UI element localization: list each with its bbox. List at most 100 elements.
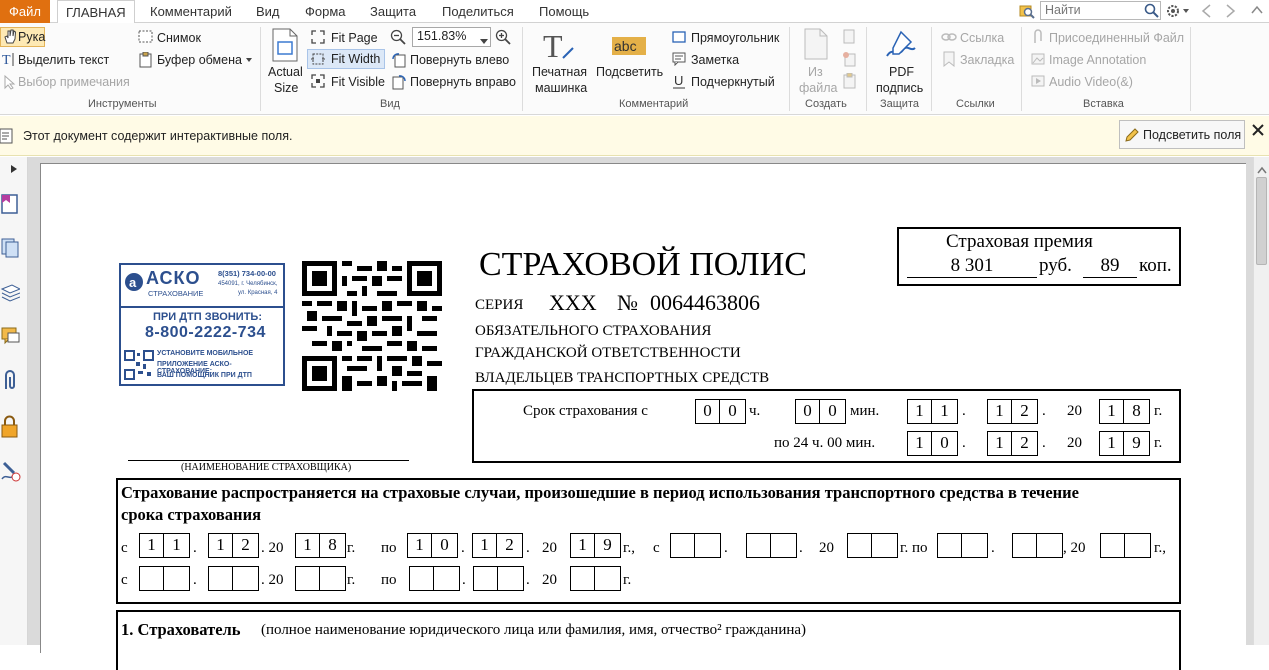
create-blank-icon[interactable]: [842, 29, 856, 48]
term-day-digit[interactable]: 1: [932, 399, 958, 424]
tab-share[interactable]: Поделиться: [442, 0, 514, 23]
bookmark-button[interactable]: Закладка: [960, 52, 1014, 68]
attachments-panel-icon[interactable]: [0, 369, 20, 396]
dropdown-arrow-icon[interactable]: [245, 53, 253, 67]
pages-panel-icon[interactable]: [0, 237, 20, 262]
highlight-fields-button[interactable]: Подсветить поля: [1119, 120, 1245, 149]
term-hour-digit[interactable]: 0: [695, 399, 720, 424]
period3-start-month[interactable]: [208, 566, 233, 591]
period3-end-month[interactable]: [473, 566, 498, 591]
snapshot-button[interactable]: Снимок: [157, 30, 201, 46]
from-file-button[interactable]: Из: [808, 64, 823, 80]
close-icon[interactable]: [1252, 124, 1264, 139]
select-text-button[interactable]: Выделить текст: [18, 52, 109, 68]
period1-end-year[interactable]: 1: [570, 533, 595, 558]
term-end-year-digit[interactable]: 9: [1124, 431, 1150, 456]
period2-start-day[interactable]: [695, 533, 721, 558]
fit-visible-button[interactable]: Fit Visible: [331, 74, 385, 90]
premium-rub-field[interactable]: 8 301: [907, 255, 1037, 278]
period1-end-day[interactable]: 1: [407, 533, 432, 558]
back-arrow-icon[interactable]: [1199, 3, 1213, 22]
period2-start-day[interactable]: [670, 533, 695, 558]
tab-view[interactable]: Вид: [256, 0, 280, 23]
term-month-digit[interactable]: 1: [987, 399, 1012, 424]
period1-start-day[interactable]: 1: [164, 533, 190, 558]
rotate-right-button[interactable]: Повернуть вправо: [410, 74, 516, 90]
clipboard-button[interactable]: Буфер обмена: [157, 52, 242, 68]
actual-size-button[interactable]: Actual: [268, 64, 303, 80]
fit-page-button[interactable]: Fit Page: [331, 30, 378, 46]
zoom-level-select[interactable]: 151.83%: [412, 27, 491, 47]
vertical-scrollbar[interactable]: [1253, 157, 1269, 645]
tab-file[interactable]: Файл: [0, 0, 50, 23]
term-minute-digit[interactable]: 0: [820, 399, 846, 424]
fit-width-button[interactable]: Fit Width: [307, 49, 385, 69]
term-end-day-digit[interactable]: 0: [932, 431, 958, 456]
period3-start-day[interactable]: [139, 566, 164, 591]
period3-start-month[interactable]: [233, 566, 259, 591]
period2-start-month[interactable]: [746, 533, 771, 558]
tab-protect[interactable]: Защита: [370, 0, 416, 23]
period3-start-year[interactable]: [320, 566, 346, 591]
highlight-button[interactable]: Подсветить: [596, 64, 663, 80]
comments-panel-icon[interactable]: [0, 325, 20, 350]
gear-icon[interactable]: [1166, 3, 1190, 22]
term-year-digit[interactable]: 8: [1124, 399, 1150, 424]
period2-start-year[interactable]: [847, 533, 872, 558]
term-end-month-digit[interactable]: 1: [987, 431, 1012, 456]
period2-end-month[interactable]: [1012, 533, 1037, 558]
period2-start-year[interactable]: [872, 533, 898, 558]
link-button[interactable]: Ссылка: [960, 30, 1004, 46]
signatures-panel-icon[interactable]: [0, 459, 22, 486]
create-scan-icon[interactable]: [842, 51, 858, 70]
period2-end-day[interactable]: [962, 533, 988, 558]
period1-start-year[interactable]: 1: [295, 533, 320, 558]
period3-end-year[interactable]: [570, 566, 595, 591]
period2-end-day[interactable]: [937, 533, 962, 558]
period3-end-day[interactable]: [409, 566, 434, 591]
select-annotation-button[interactable]: Выбор примечания: [18, 74, 130, 90]
rotate-left-button[interactable]: Повернуть влево: [410, 52, 509, 68]
collapse-ribbon-icon[interactable]: [1250, 3, 1264, 22]
tab-form[interactable]: Форма: [305, 0, 346, 23]
period1-start-month[interactable]: 1: [208, 533, 233, 558]
zoom-out-icon[interactable]: [390, 29, 406, 48]
pdf-sign-button[interactable]: PDF: [889, 64, 914, 80]
period3-start-day[interactable]: [164, 566, 190, 591]
period1-start-month[interactable]: 2: [233, 533, 259, 558]
term-day-digit[interactable]: 1: [907, 399, 932, 424]
period3-end-year[interactable]: [595, 566, 621, 591]
premium-kop-field[interactable]: 89: [1083, 255, 1137, 278]
forward-arrow-icon[interactable]: [1224, 3, 1238, 22]
period3-end-day[interactable]: [434, 566, 460, 591]
period1-end-month[interactable]: 2: [497, 533, 523, 558]
bookmarks-panel-icon[interactable]: [0, 193, 20, 218]
rectangle-button[interactable]: Прямоугольник: [691, 30, 779, 46]
audio-video-button[interactable]: Audio Video(&): [1049, 74, 1133, 90]
period2-start-month[interactable]: [771, 533, 797, 558]
layers-panel-icon[interactable]: [0, 281, 22, 306]
period1-end-day[interactable]: 0: [432, 533, 458, 558]
underline-button[interactable]: Подчеркнутый: [691, 74, 775, 90]
period3-end-month[interactable]: [498, 566, 524, 591]
image-annotation-button[interactable]: Image Annotation: [1049, 52, 1146, 68]
security-lock-icon[interactable]: [0, 415, 20, 442]
tab-comment[interactable]: Комментарий: [150, 0, 232, 23]
scroll-thumb[interactable]: [1256, 177, 1267, 265]
term-hour-digit[interactable]: 0: [720, 399, 746, 424]
expand-panel-icon[interactable]: [10, 163, 18, 177]
note-button[interactable]: Заметка: [691, 52, 739, 68]
search-input[interactable]: Найти: [1040, 1, 1161, 20]
zoom-in-icon[interactable]: [495, 29, 511, 48]
term-month-digit[interactable]: 2: [1012, 399, 1038, 424]
period2-end-year[interactable]: [1125, 533, 1151, 558]
term-year-digit[interactable]: 1: [1099, 399, 1124, 424]
period1-end-month[interactable]: 1: [472, 533, 497, 558]
scroll-up-icon[interactable]: [1257, 163, 1267, 177]
period1-end-year[interactable]: 9: [595, 533, 621, 558]
term-minute-digit[interactable]: 0: [795, 399, 820, 424]
find-tool-icon[interactable]: [1019, 3, 1035, 19]
period3-start-year[interactable]: [295, 566, 320, 591]
create-clipboard-icon[interactable]: [842, 72, 858, 92]
period2-end-year[interactable]: [1100, 533, 1125, 558]
